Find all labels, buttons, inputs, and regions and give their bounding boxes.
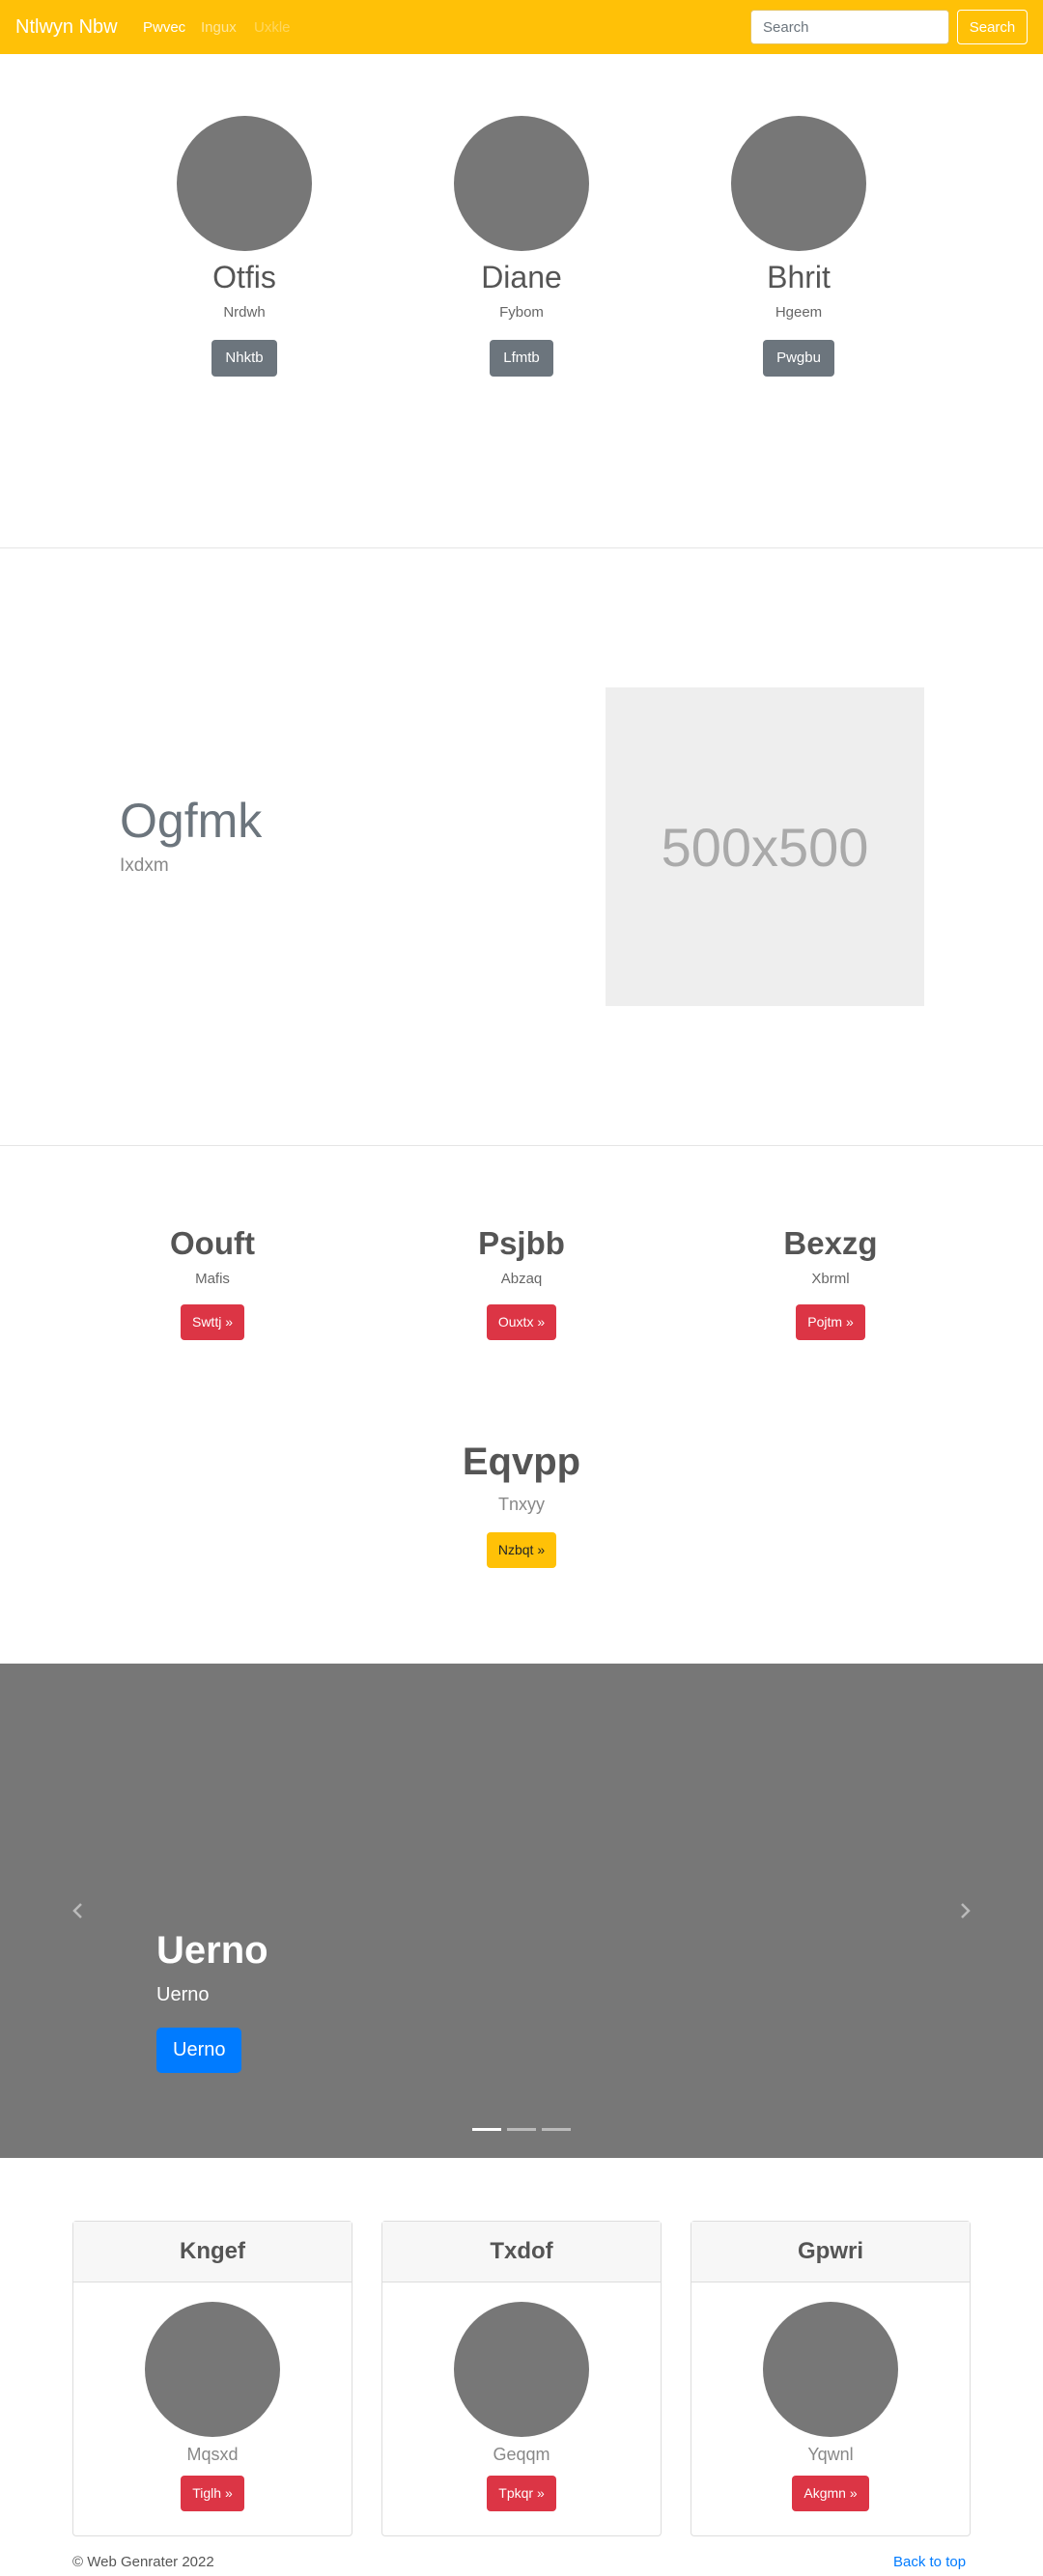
column-block: Oouft Mafis Swttj »	[97, 1224, 328, 1340]
card: Txdof Geqqm Tpkqr »	[381, 2221, 662, 2536]
divider	[0, 1145, 1043, 1146]
profile-card: Bhrit Hgeem Pwgbu	[702, 116, 895, 377]
carousel: Uerno Uerno Uerno	[0, 1664, 1043, 2158]
card: Gpwri Yqwnl Akgmn »	[691, 2221, 971, 2536]
column-button[interactable]: Ouxtx »	[486, 1304, 557, 1340]
card-subtitle: Yqwnl	[807, 2445, 854, 2464]
carousel-subtitle: Uerno	[156, 1984, 210, 2005]
profile-name: Bhrit	[767, 260, 831, 294]
center-column-block: Eqvpp Tnxyy Nzbqt »	[377, 1439, 666, 1568]
nav-link-pwvec[interactable]: Pwvec	[143, 19, 185, 36]
column-title: Psjbb	[478, 1225, 565, 1261]
profile-subtitle: Fybom	[499, 304, 544, 321]
column-block: Psjbb Abzaq Ouxtx »	[406, 1224, 637, 1340]
avatar	[454, 2302, 589, 2437]
column-subtitle: Mafis	[195, 1271, 230, 1287]
search-input[interactable]	[750, 10, 949, 44]
column-button[interactable]: Swttj »	[180, 1304, 244, 1340]
column-block: Bexzg Xbrml Pojtm »	[715, 1224, 946, 1340]
divider	[0, 547, 1043, 548]
placeholder-image: 500x500	[606, 687, 924, 1006]
profile-button[interactable]: Nhktb	[211, 340, 277, 377]
center-column-button[interactable]: Nzbqt »	[486, 1532, 557, 1568]
center-column-subtitle: Tnxyy	[497, 1495, 545, 1514]
navbar-brand[interactable]: Ntlwyn Nbw	[15, 16, 118, 39]
carousel-indicator[interactable]	[542, 2128, 571, 2131]
profile-button[interactable]: Lfmtb	[490, 340, 553, 377]
placeholder-image-label: 500x500	[661, 816, 869, 878]
profile-card: Diane Fybom Lfmtb	[425, 116, 618, 377]
feature-subtitle: Ixdxm	[120, 855, 169, 876]
profile-button[interactable]: Pwgbu	[763, 340, 834, 377]
column-subtitle: Abzaq	[500, 1271, 543, 1287]
nav-link-ingux[interactable]: Ingux	[201, 19, 237, 36]
carousel-indicator[interactable]	[472, 2128, 501, 2131]
card-header: Kngef	[73, 2222, 352, 2282]
column-button[interactable]: Pojtm »	[796, 1304, 865, 1340]
center-column-title: Eqvpp	[462, 1441, 581, 1483]
profile-name: Diane	[481, 260, 562, 294]
profile-subtitle: Hgeem	[775, 304, 823, 321]
card-header: Txdof	[382, 2222, 661, 2282]
card-subtitle: Geqqm	[493, 2445, 550, 2464]
carousel-button[interactable]: Uerno	[156, 2028, 242, 2073]
card-button[interactable]: Akgmn »	[792, 2476, 869, 2511]
carousel-indicator[interactable]	[507, 2128, 536, 2131]
avatar	[145, 2302, 280, 2437]
footer-copyright: © Web Genrater 2022	[72, 2554, 214, 2570]
profile-card: Otfis Nrdwh Nhktb	[148, 116, 341, 377]
carousel-next-icon[interactable]	[955, 1901, 974, 1920]
card-button[interactable]: Tpkqr »	[487, 2476, 556, 2511]
avatar	[731, 116, 866, 251]
feature-title: Ogfmk	[120, 794, 263, 848]
card: Kngef Mqsxd Tiglh »	[72, 2221, 352, 2536]
avatar	[177, 116, 312, 251]
avatar	[454, 116, 589, 251]
column-subtitle: Xbrml	[811, 1271, 850, 1287]
nav-link-uxkle[interactable]: Uxkle	[254, 19, 291, 36]
carousel-prev-icon[interactable]	[69, 1901, 88, 1920]
card-header: Gpwri	[691, 2222, 970, 2282]
card-button[interactable]: Tiglh »	[181, 2476, 244, 2511]
profile-name: Otfis	[212, 260, 276, 294]
column-title: Bexzg	[783, 1225, 878, 1261]
carousel-title: Uerno	[156, 1929, 268, 1972]
avatar	[763, 2302, 898, 2437]
search-button[interactable]: Search	[957, 10, 1028, 44]
card-subtitle: Mqsxd	[186, 2445, 239, 2464]
profile-subtitle: Nrdwh	[223, 304, 266, 321]
navbar: Ntlwyn Nbw Pwvec Ingux Uxkle Search	[0, 0, 1043, 54]
back-to-top-link[interactable]: Back to top	[893, 2554, 966, 2570]
column-title: Oouft	[170, 1225, 255, 1261]
